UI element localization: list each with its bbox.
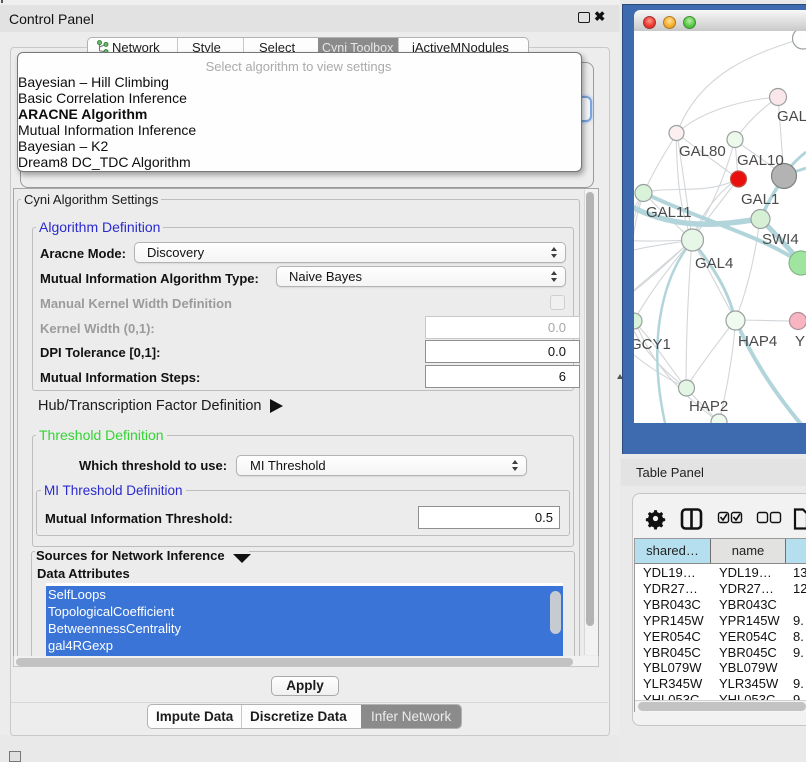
- svg-text:HAP2: HAP2: [689, 398, 728, 415]
- svg-text:GAL7: GAL7: [777, 108, 806, 125]
- svg-text:GAL1: GAL1: [741, 191, 779, 208]
- svg-text:GAL4: GAL4: [695, 255, 733, 272]
- svg-text:GAL80: GAL80: [679, 143, 726, 160]
- svg-text:HAP4: HAP4: [738, 333, 777, 350]
- svg-text:Y: Y: [795, 333, 805, 350]
- svg-text:GAL11: GAL11: [646, 204, 692, 221]
- svg-text:GCY1: GCY1: [634, 336, 671, 353]
- svg-text:SWI4: SWI4: [762, 231, 799, 248]
- svg-text:GAL10: GAL10: [737, 152, 784, 169]
